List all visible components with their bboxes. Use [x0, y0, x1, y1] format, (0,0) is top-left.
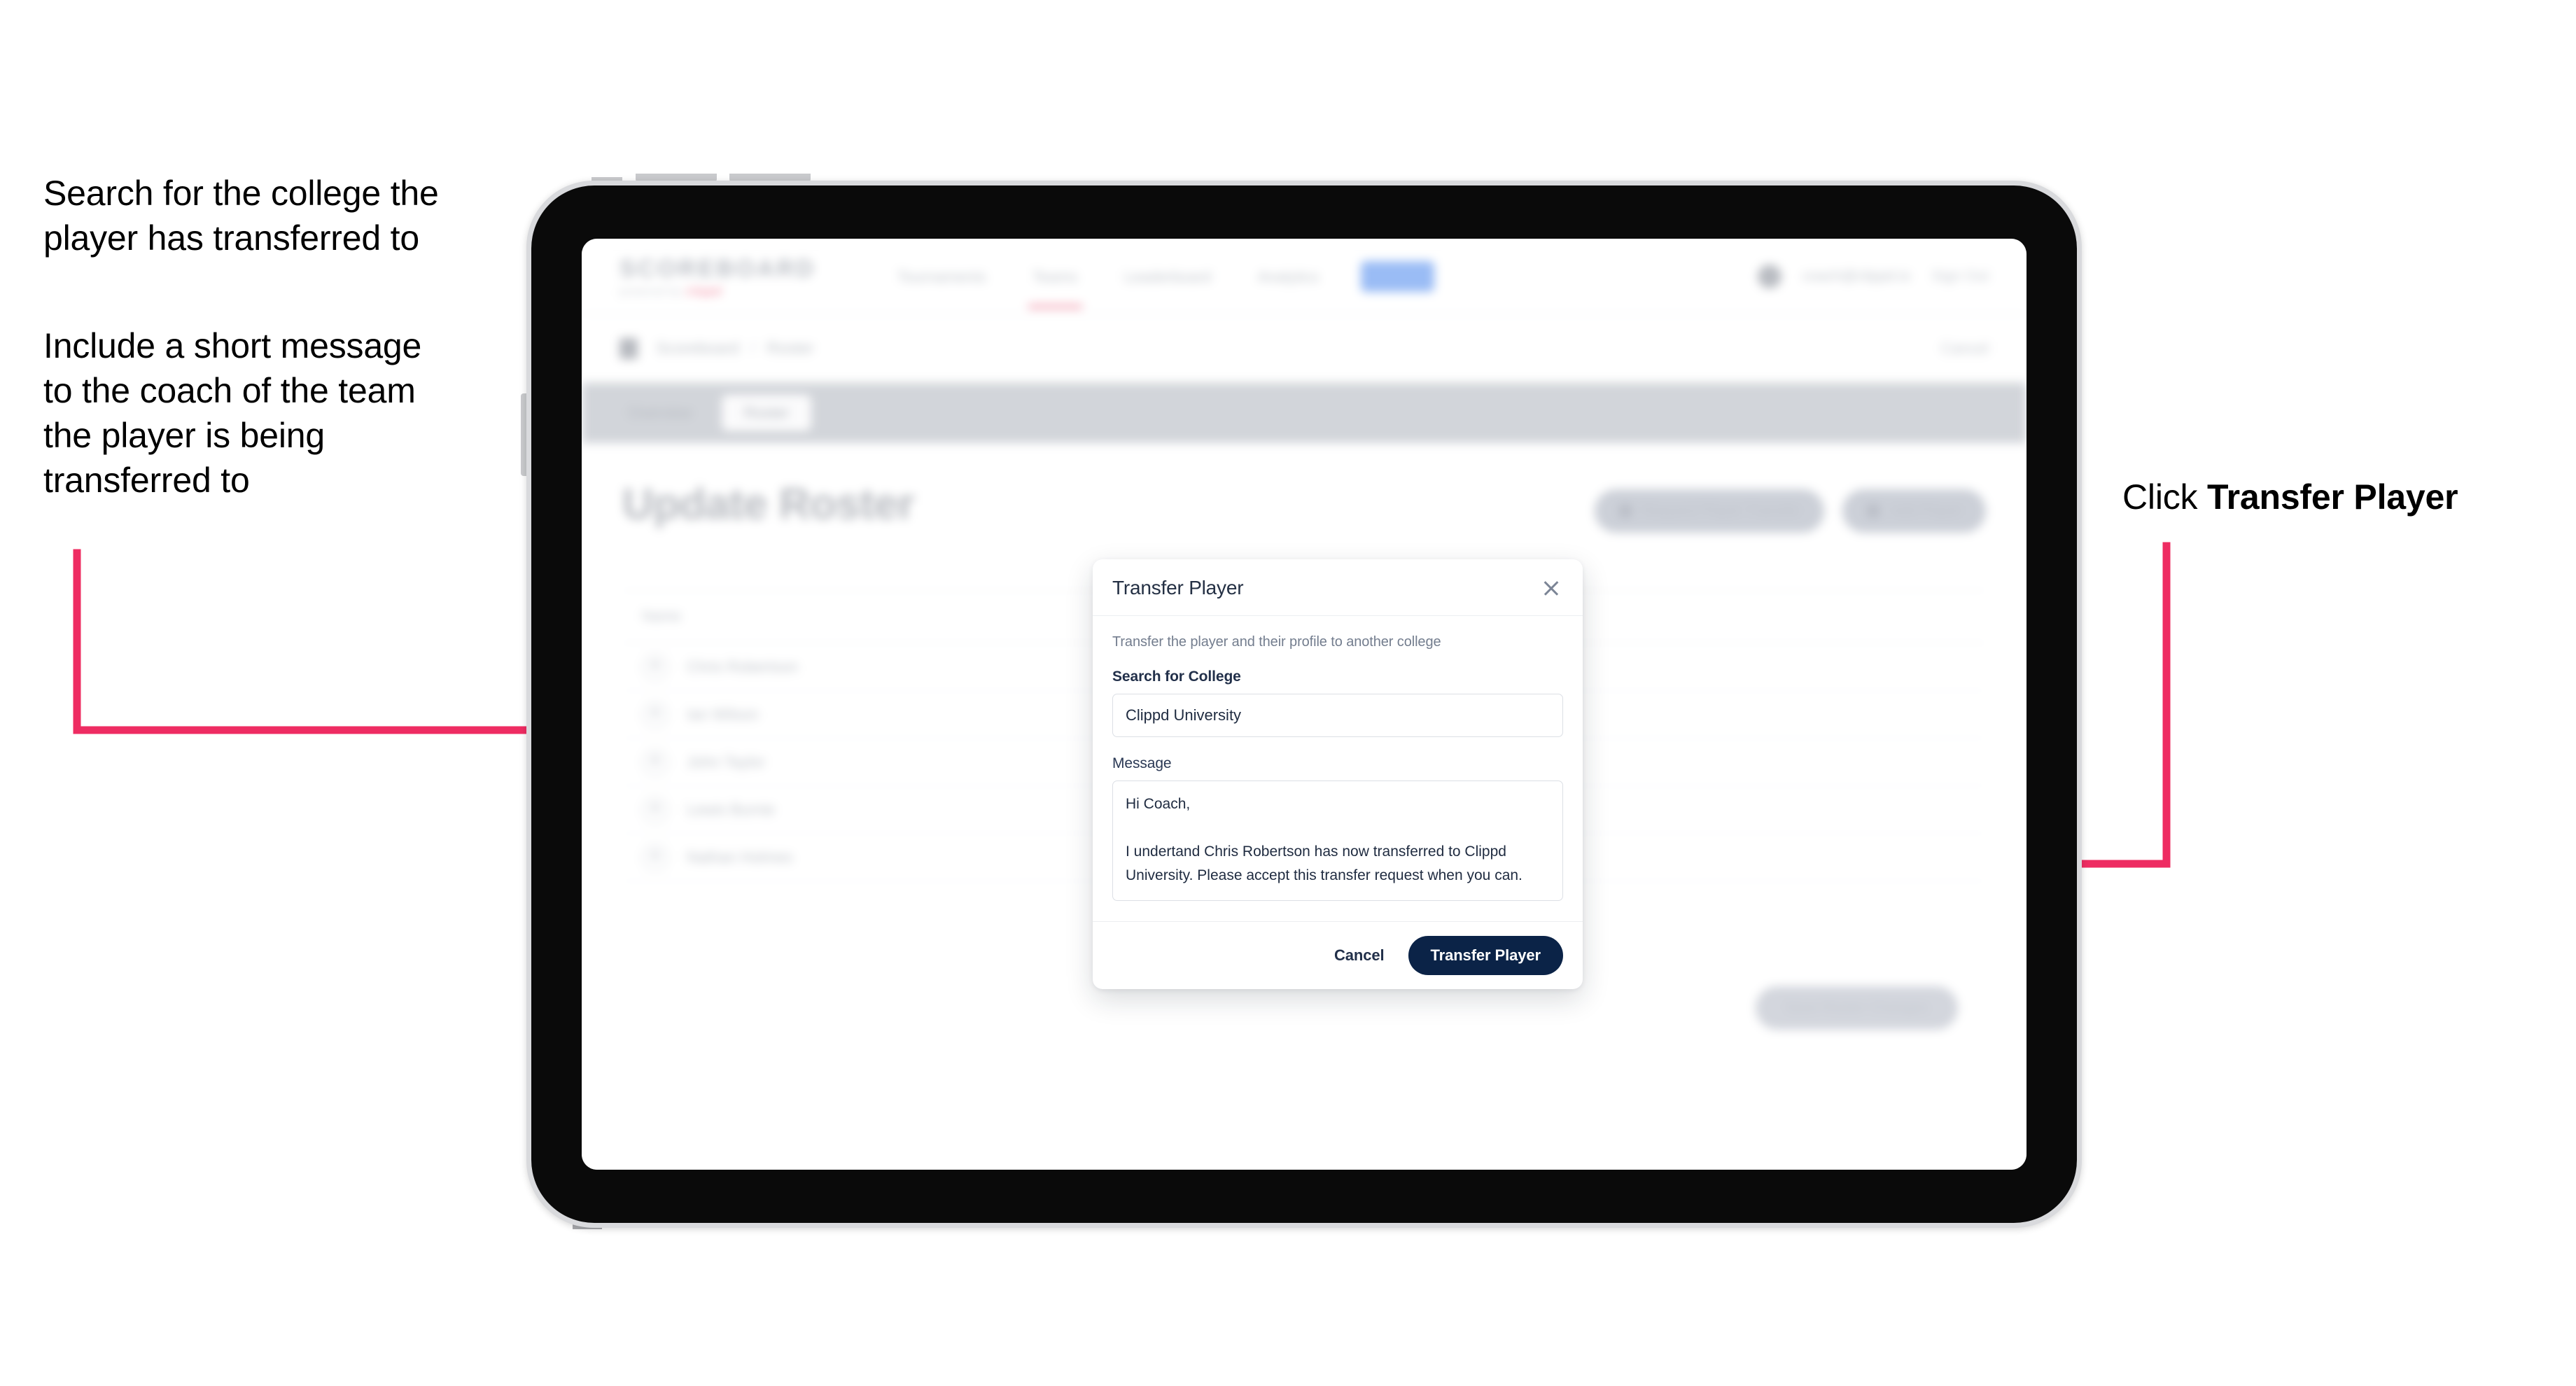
annotation-include-message: Include a short message to the coach of … [43, 326, 422, 500]
annotation-click-target: Transfer Player [2207, 477, 2458, 517]
dialog-header: Transfer Player [1093, 559, 1583, 616]
dialog-footer: Cancel Transfer Player [1093, 921, 1583, 989]
modal-layer: Transfer Player Transfer the player and … [582, 239, 2026, 1170]
annotation-click-transfer-player: Click Transfer Player [2122, 475, 2556, 519]
cancel-button[interactable]: Cancel [1329, 939, 1390, 972]
tablet-screen: SCOREBOARD powered by clippd Tournaments… [582, 239, 2026, 1170]
dialog-body: Transfer the player and their profile to… [1093, 616, 1583, 921]
close-icon[interactable] [1539, 576, 1563, 600]
screenshot-stage: Search for the college the player has tr… [0, 0, 2576, 1386]
message-field-label: Message [1112, 755, 1172, 771]
transfer-player-submit-button[interactable]: Transfer Player [1408, 936, 1563, 975]
tablet-device: SCOREBOARD powered by clippd Tournaments… [526, 181, 2082, 1228]
annotation-click-prefix: Click [2122, 477, 2208, 517]
dialog-subtitle: Transfer the player and their profile to… [1112, 634, 1441, 650]
tablet-bezel: SCOREBOARD powered by clippd Tournaments… [531, 186, 2077, 1223]
transfer-player-dialog: Transfer Player Transfer the player and … [1093, 559, 1583, 989]
dialog-title: Transfer Player [1112, 577, 1244, 598]
message-textarea[interactable]: Hi Coach, I undertand Chris Robertson ha… [1112, 780, 1563, 901]
annotation-search-college: Search for the college the player has tr… [43, 174, 439, 258]
search-college-input[interactable] [1112, 694, 1563, 737]
college-field-label: Search for College [1112, 668, 1241, 685]
